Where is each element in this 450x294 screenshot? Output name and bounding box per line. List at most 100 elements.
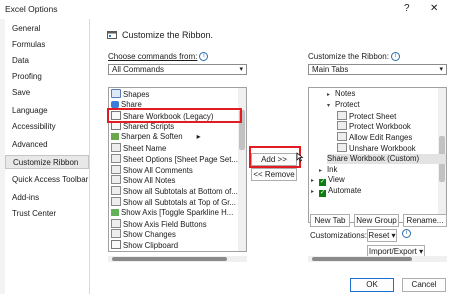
new-tab-button[interactable]: New Tab <box>310 214 350 227</box>
tree-item[interactable]: ▸ ✓ Automate <box>311 186 362 198</box>
sidebar-item-data[interactable]: Data <box>5 54 89 68</box>
command-item[interactable]: Show Axis [Toggle Sparkline H... <box>111 208 233 219</box>
sidebar-item-formulas[interactable]: Formulas <box>5 38 89 52</box>
command-item[interactable]: Show Axis Field Buttons <box>111 218 207 230</box>
customize-ribbon-label: Customize the Ribbon: i <box>308 52 400 62</box>
rename-button[interactable]: Rename... <box>403 214 447 227</box>
shapes-icon <box>111 89 121 98</box>
customize-ribbon-icon <box>107 30 117 40</box>
tree-item-label: Automate <box>328 186 362 196</box>
sidebar-item-general[interactable]: General <box>5 22 89 36</box>
expand-open-icon[interactable]: ▾ <box>327 101 335 112</box>
sidebar-item-advanced[interactable]: Advanced <box>5 138 89 152</box>
sidebar-item-language[interactable]: Language <box>5 104 89 118</box>
axis-icon <box>111 208 119 216</box>
command-label: Show All Comments <box>123 165 193 175</box>
tree-hscroll[interactable] <box>308 256 447 262</box>
new-group-button[interactable]: New Group <box>354 214 399 227</box>
cancel-button[interactable]: Cancel <box>402 278 446 292</box>
sharpen-icon <box>111 133 119 141</box>
ok-button[interactable]: OK <box>350 278 394 292</box>
tree-item-label: View <box>328 175 345 185</box>
help-button[interactable]: ? <box>404 3 410 14</box>
window-title: Excel Options <box>5 4 58 14</box>
info-icon: i <box>390 52 400 62</box>
command-item[interactable]: Shapes <box>111 89 149 100</box>
tree-item[interactable]: ▸ Notes <box>327 89 355 100</box>
command-label: Show Axis Field Buttons <box>123 219 207 229</box>
tree-item[interactable]: ▾ Protect <box>327 100 360 111</box>
tree-item[interactable]: Allow Edit Ranges <box>337 132 412 143</box>
sidebar-item-add-ins[interactable]: Add-ins <box>5 191 89 205</box>
command-label: Sheet Options [Sheet Page Set... <box>123 154 238 164</box>
sidebar-item-proofing[interactable]: Proofing <box>5 70 89 84</box>
highlight-share-workbook <box>107 108 242 123</box>
tree-item[interactable]: Protect Workbook <box>337 121 411 132</box>
tree-item-label: Notes <box>335 89 356 98</box>
page-title: Customize the Ribbon. <box>122 30 214 40</box>
cursor-icon <box>296 152 304 162</box>
command-item[interactable]: Sharpen & Soften ▸ <box>111 132 200 143</box>
tree-item[interactable]: ▸ Ink <box>319 165 337 176</box>
sidebar-item-trust-center[interactable]: Trust Center <box>5 207 89 221</box>
commands-hscroll[interactable] <box>108 256 247 262</box>
close-button[interactable]: ✕ <box>430 3 438 14</box>
choose-commands-value: All Commands <box>112 65 165 74</box>
tree-item[interactable]: ▸ ✓ View <box>311 175 345 187</box>
chevron-down-icon: ▾ <box>439 66 443 73</box>
command-item[interactable]: Show all Subtotals at Bottom of... <box>111 186 238 197</box>
choose-commands-select[interactable]: All Commands ▾ <box>108 64 247 75</box>
tree-item[interactable]: Share Workbook (Custom) <box>327 153 446 165</box>
command-label: Show All Notes <box>123 176 176 186</box>
command-label: Sharpen & Soften <box>121 132 183 142</box>
customize-ribbon-select[interactable]: Main Tabs ▾ <box>308 64 447 75</box>
tree-item-label: Allow Edit Ranges <box>349 133 413 143</box>
customize-ribbon-value: Main Tabs <box>312 65 349 74</box>
command-label: Show Changes <box>123 230 176 240</box>
command-label: Shared Scripts <box>123 122 175 132</box>
excel-options-window: Excel Options ? ✕ General Formulas Data Pro… <box>0 0 450 294</box>
command-item[interactable]: Show Clipboard <box>111 240 178 251</box>
title-bar: Excel Options ? ✕ <box>0 0 450 19</box>
choose-commands-label: Choose commands from: i <box>108 52 209 62</box>
command-item[interactable]: Show all Subtotals at Top of Gr... <box>111 197 236 208</box>
sidebar-item-accessibility[interactable]: Accessibility <box>5 120 89 134</box>
sidebar-item-quick-access-toolbar[interactable]: Quick Access Toolbar <box>5 173 89 187</box>
remove-button[interactable]: << Remove <box>251 168 297 181</box>
command-item[interactable]: Sheet Name <box>111 143 166 154</box>
checkbox-checked-icon[interactable]: ✓ <box>319 190 326 198</box>
highlight-add-button <box>249 146 301 168</box>
tree-item-label: Protect Workbook <box>349 122 411 132</box>
sheet-name-icon <box>111 143 121 152</box>
reset-button[interactable]: Reset ▾ <box>367 229 397 242</box>
info-icon: i <box>400 229 411 239</box>
tree-item-label: Share Workbook (Custom) <box>327 153 420 163</box>
expand-icon[interactable]: ▸ <box>311 187 319 198</box>
ribbon-tabs-tree[interactable]: ▸ Notes ▾ Protect Protect Sheet Protect Workb… <box>308 87 447 223</box>
command-label: Show Clipboard <box>123 241 179 251</box>
hscroll-thumb[interactable] <box>112 257 227 261</box>
tree-item[interactable]: Unshare Workbook <box>337 143 416 154</box>
command-label: Shapes <box>123 90 150 99</box>
chevron-down-icon: ▾ <box>239 66 243 73</box>
info-icon: i <box>199 52 209 62</box>
command-label: Sheet Name <box>123 144 167 153</box>
hscroll-thumb[interactable] <box>312 257 412 261</box>
command-item[interactable]: Sheet Options [Sheet Page Set... <box>111 153 238 165</box>
submenu-arrow-icon: ▸ <box>196 132 201 142</box>
sidebar-item-save[interactable]: Save <box>5 86 89 100</box>
command-item[interactable]: Show All Notes <box>111 175 175 186</box>
command-label: Show Axis [Toggle Sparkline H... <box>121 207 234 217</box>
changes-icon <box>111 229 121 239</box>
main-panel: Customize the Ribbon. Choose commands fr… <box>90 19 450 294</box>
customize-ribbon-text: Customize the Ribbon: <box>308 52 389 61</box>
command-item[interactable]: Show All Comments <box>111 164 193 176</box>
tree-item[interactable]: Protect Sheet <box>337 110 397 122</box>
share-icon <box>111 100 119 108</box>
command-label: Show all Subtotals at Bottom of... <box>123 187 238 197</box>
comments-icon <box>111 164 121 174</box>
choose-commands-text: Choose commands from: <box>108 52 198 61</box>
command-item[interactable]: Show Changes <box>111 229 176 240</box>
sidebar-item-customize-ribbon[interactable]: Customize Ribbon <box>5 155 89 169</box>
tree-item-label: Protect Sheet <box>349 111 397 121</box>
